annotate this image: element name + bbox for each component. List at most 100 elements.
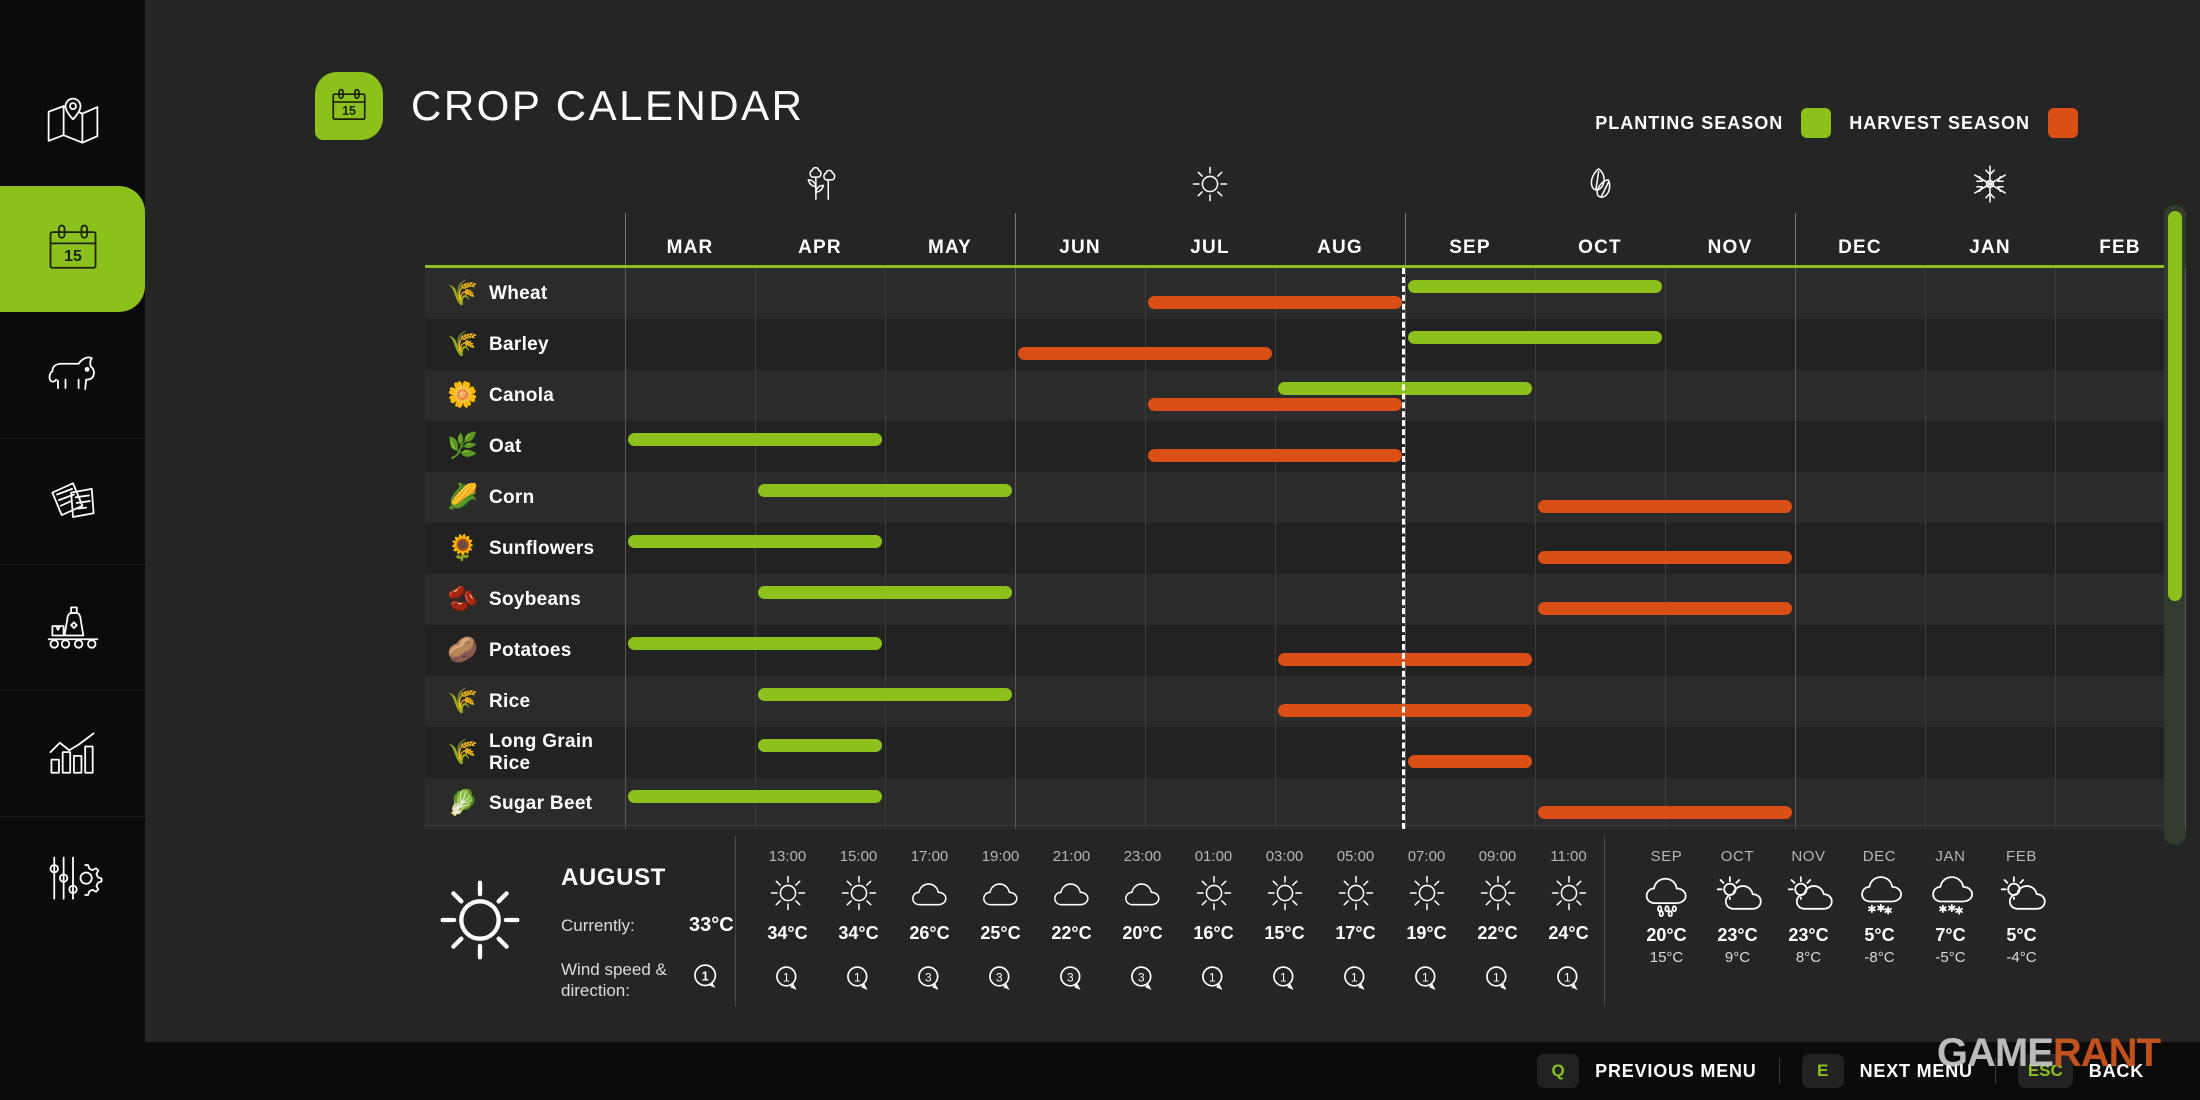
hour-wind: 3 <box>984 962 1018 1001</box>
snow-icon <box>1931 876 1973 915</box>
crop-name: Rice <box>489 690 531 712</box>
hour-wind: 1 <box>1481 962 1515 1001</box>
legend-harvest-label: HARVEST SEASON <box>1849 112 2030 133</box>
crop-row[interactable]: 🌿 Oat <box>425 421 2185 472</box>
hour-time: 17:00 <box>910 848 949 865</box>
watermark-part1: GAME <box>1936 1031 2054 1075</box>
season-divider <box>1405 213 1406 265</box>
forecast-month: NOV <box>1791 848 1826 865</box>
hour-time: 01:00 <box>1194 848 1233 865</box>
month-high-temp: 7°C <box>1935 925 1966 945</box>
crop-row[interactable]: 🌾 Rice <box>425 676 2185 727</box>
hour-time: 23:00 <box>1123 848 1162 865</box>
svg-text:1: 1 <box>1208 971 1215 985</box>
hour-time: 11:00 <box>1550 848 1587 865</box>
crop-row[interactable]: 🥬 Sugar Beet <box>425 778 2185 829</box>
crop-row[interactable]: 🌾 Barley <box>425 319 2185 370</box>
hourly-forecast-item: 09:00 22°C 1 <box>1462 848 1533 1001</box>
sidebar-item-animals[interactable] <box>0 312 145 438</box>
season-marker-spring <box>798 162 842 211</box>
crop-name: Corn <box>489 486 535 508</box>
hour-temp: 17°C <box>1335 923 1376 943</box>
crop-label: 🌾 Rice <box>425 676 625 727</box>
crop-row[interactable]: 🥔 Potatoes <box>425 625 2185 676</box>
wind-label: Wind speed & direction: <box>561 960 667 1001</box>
production-icon <box>47 605 98 649</box>
month-low-temp: -5°C <box>1935 949 1966 966</box>
crop-name: Long Grain Rice <box>489 730 594 774</box>
scrollbar-track[interactable] <box>2164 205 2186 845</box>
hour-time: 15:00 <box>839 848 878 865</box>
sidebar-item-map[interactable] <box>0 60 145 186</box>
sidebar-item-statistics[interactable] <box>0 690 145 816</box>
corn-icon: 🌽 <box>447 483 479 511</box>
hour-weather-icon <box>908 865 952 921</box>
snow-icon <box>1860 876 1902 915</box>
month-weather-icon <box>1712 865 1764 925</box>
grid-line <box>1795 268 1796 829</box>
snowflake-icon <box>1974 165 2006 203</box>
crop-row[interactable]: 🌻 Sunflowers <box>425 523 2185 574</box>
potato-icon: 🥔 <box>447 636 479 664</box>
hour-time: 19:00 <box>981 848 1020 865</box>
crop-row[interactable]: 🌽 Corn <box>425 472 2185 523</box>
hint-previous-menu[interactable]: Q PREVIOUS MENU <box>1515 1054 1778 1088</box>
forecast-month: FEB <box>2006 848 2037 865</box>
harvest-bar <box>1148 398 1402 411</box>
svg-text:3: 3 <box>1137 971 1144 985</box>
grid-line <box>1665 268 1666 829</box>
rice-icon: 🌾 <box>447 687 479 715</box>
wind-direction-icon: 1 <box>694 964 717 989</box>
month-header-mar: MAR <box>666 237 714 258</box>
forecast-month: DEC <box>1862 848 1897 865</box>
hour-weather-icon <box>1050 865 1094 921</box>
soybean-icon: 🫘 <box>447 585 479 613</box>
svg-text:1: 1 <box>1492 971 1499 985</box>
month-header-row: MAR APR MAY JUN JUL AUG SEP OCT NOV DEC JAN FEB <box>425 213 2186 265</box>
hour-wind: 1 <box>1552 962 1586 1001</box>
sidebar-item-production[interactable] <box>0 564 145 690</box>
wind-direction-icon: 1 <box>1201 966 1222 991</box>
svg-text:1: 1 <box>782 971 789 985</box>
legend: PLANTING SEASON HARVEST SEASON <box>1595 108 2078 138</box>
harvest-bar <box>1538 551 1792 564</box>
hour-weather-icon <box>1263 865 1307 921</box>
month-low-temp: -4°C <box>2006 949 2037 966</box>
sidebar-item-contracts[interactable] <box>0 438 145 564</box>
sunflower-icon: 🌻 <box>447 534 479 562</box>
currently-row: Currently: 33°C <box>561 914 734 937</box>
crop-label: 🌿 Oat <box>425 421 625 472</box>
flower-icon <box>807 166 836 200</box>
sidebar-item-crop-calendar[interactable]: 15 <box>0 186 154 312</box>
crop-row[interactable]: 🫘 Soybeans <box>425 574 2185 625</box>
crop-calendar-grid: MAR APR MAY JUN JUL AUG SEP OCT NOV DEC JAN FEB 🌾 Wh… <box>425 155 2186 829</box>
season-icon-row <box>425 155 2185 213</box>
wind-direction-icon: 1 <box>1272 966 1293 991</box>
main-panel: 15 CROP CALENDAR PLANTING SEASON HARVEST… <box>145 0 2200 1080</box>
current-month-label: AUGUST <box>561 864 666 891</box>
crop-row[interactable]: 🌾 Wheat <box>425 268 2185 319</box>
hour-wind: 3 <box>913 962 947 1001</box>
svg-text:1: 1 <box>853 971 860 985</box>
sidebar-item-settings[interactable] <box>0 816 145 942</box>
wheat-icon: 🌾 <box>447 279 479 307</box>
hour-temp: 19°C <box>1406 923 1447 943</box>
calendar-icon: 15 <box>332 88 366 120</box>
month-header-jun: JUN <box>1059 237 1101 258</box>
cloud-icon <box>1053 883 1089 906</box>
crop-label: 🌾 Barley <box>425 319 625 370</box>
wind-value: 1 <box>702 969 709 984</box>
scrollbar-thumb[interactable] <box>2168 211 2182 601</box>
month-header-dec: DEC <box>1838 237 1882 258</box>
planting-bar <box>628 637 882 650</box>
hour-weather-icon <box>837 865 881 921</box>
hourly-forecast: 13:00 34°C 1 15:00 34°C 1 17:00 26°C 3 19:00 25°C 3… <box>736 826 1604 1001</box>
crop-row[interactable]: 🌼 Canola <box>425 370 2185 421</box>
hour-weather-icon <box>1405 865 1449 921</box>
month-weather-icon <box>1925 865 1977 925</box>
harvest-bar <box>1408 755 1532 768</box>
crop-row[interactable]: 🌾 Long Grain Rice <box>425 727 2185 778</box>
forecast-month: SEP <box>1650 848 1683 865</box>
sun-icon <box>1192 166 1228 202</box>
rain-icon <box>1645 877 1687 918</box>
